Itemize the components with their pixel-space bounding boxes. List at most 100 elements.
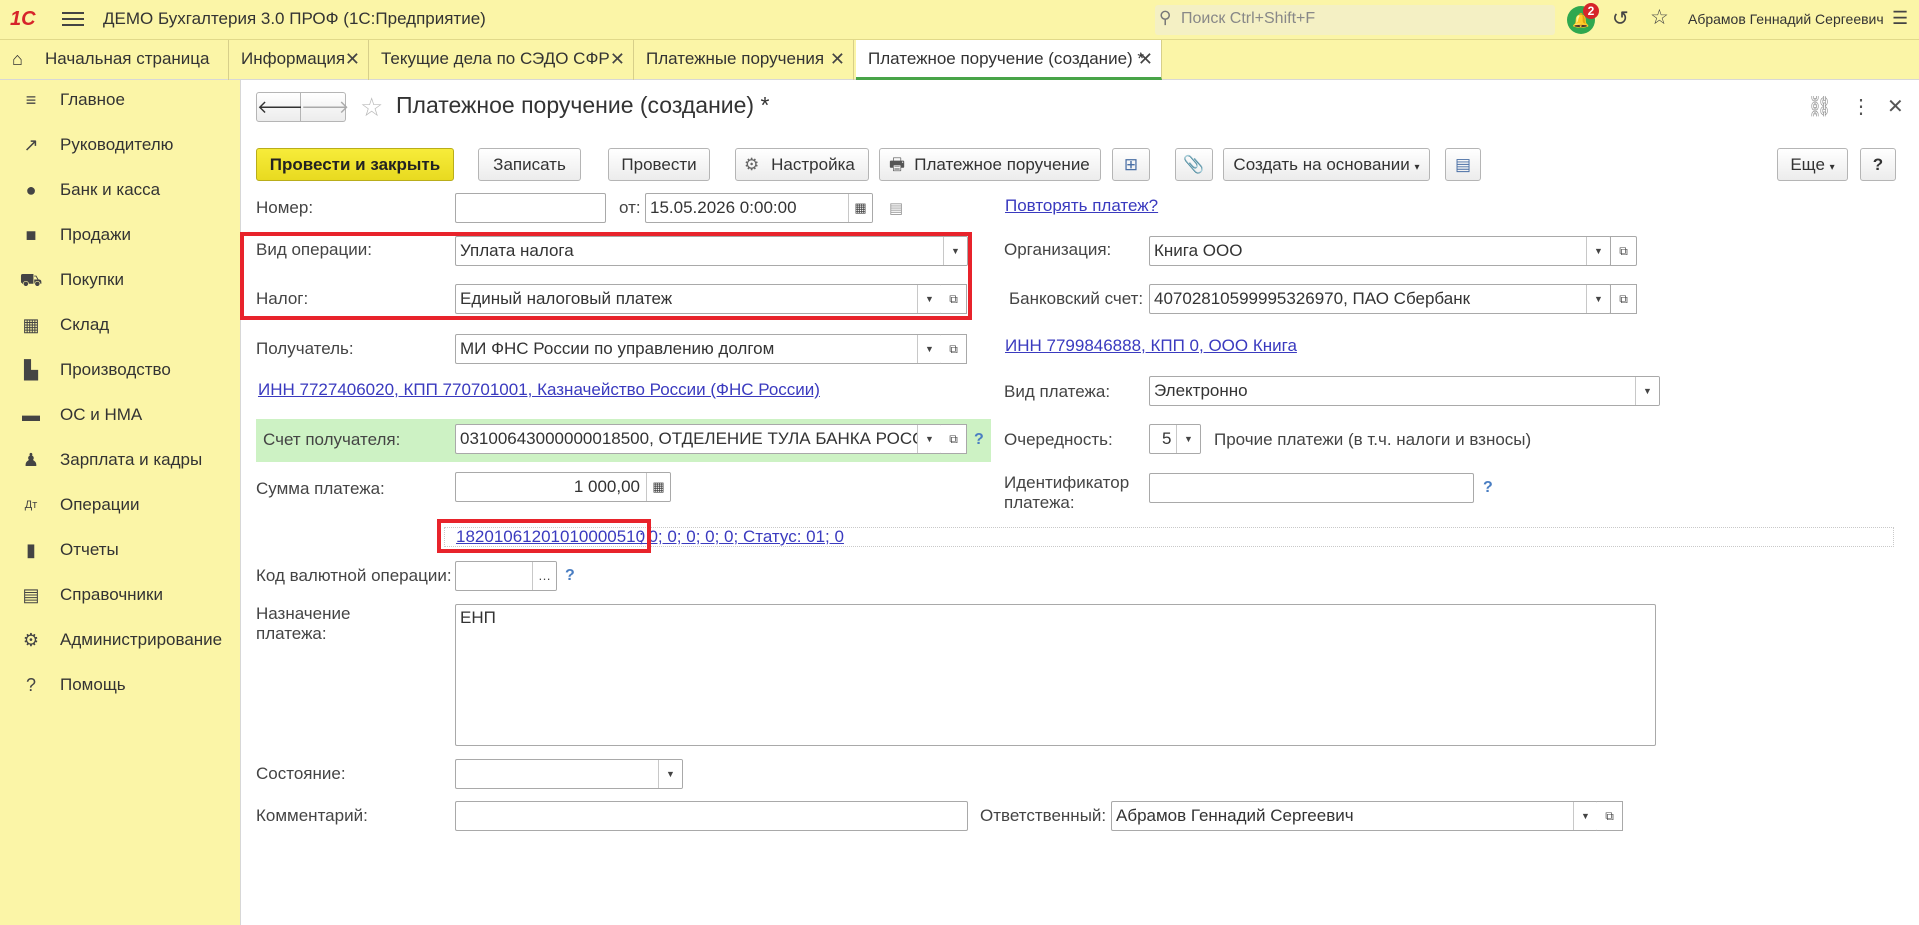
chevron-down-icon[interactable]: ▼ — [1586, 285, 1610, 313]
date-input[interactable]: 15.05.2026 0:00:00 ▦ — [645, 193, 873, 223]
comment-label: Комментарий: — [256, 806, 368, 825]
sidebar-item-bank[interactable]: ● Банк и касса — [0, 170, 241, 210]
responsible-label: Ответственный: — [980, 806, 1107, 825]
payment-type-select[interactable]: Электронно ▼ — [1149, 376, 1660, 406]
responsible-select[interactable]: Абрамов Геннадий Сергеевич ▼ — [1111, 801, 1598, 831]
sidebar-item-director[interactable]: ↗ Руководителю — [0, 125, 241, 165]
currency-op-input[interactable]: … — [455, 561, 557, 591]
more-actions-icon[interactable]: ⋮ — [1851, 94, 1871, 119]
account-help-icon[interactable]: ? — [974, 431, 984, 449]
attach-button[interactable]: 📎 — [1175, 148, 1213, 181]
chevron-down-icon[interactable]: ▼ — [658, 760, 682, 788]
open-bank-account-icon[interactable]: ⧉ — [1610, 284, 1637, 314]
currency-op-help-icon[interactable]: ? — [565, 567, 575, 585]
close-icon[interactable]: ✕ — [345, 40, 360, 78]
save-button[interactable]: Записать — [478, 148, 581, 181]
payment-id-help-icon[interactable]: ? — [1483, 479, 1493, 497]
tab-payment-order-create[interactable]: Платежное поручение (создание) * ✕ — [856, 40, 1162, 80]
sidebar-item-warehouse[interactable]: ▦ Склад — [0, 305, 241, 345]
app-title: ДЕМО Бухгалтерия 3.0 ПРОФ (1С:Предприяти… — [103, 9, 486, 28]
history-icon[interactable]: ↺ — [1612, 6, 1629, 31]
priority-description: Прочие платежи (в т.ч. налоги и взносы) — [1214, 430, 1532, 449]
tab-payment-orders[interactable]: Платежные поручения ✕ — [634, 40, 854, 80]
sidebar-item-help[interactable]: ? Помощь — [0, 665, 241, 705]
number-label: Номер: — [256, 198, 314, 217]
calendar-icon[interactable]: ▦ — [848, 194, 872, 222]
more-button[interactable]: Еще ▾ — [1777, 148, 1848, 181]
sidebar-item-operations[interactable]: Дт Операции — [0, 485, 241, 525]
chevron-down-icon[interactable]: ▼ — [1635, 377, 1659, 405]
sidebar-item-fixed-assets[interactable]: ▬ ОС и НМА — [0, 395, 241, 435]
comment-input[interactable] — [455, 801, 968, 831]
repeat-payment-link[interactable]: Повторять платеж? — [1005, 196, 1158, 216]
open-account-icon[interactable]: ⧉ — [941, 424, 967, 454]
calculator-icon[interactable]: ▦ — [646, 473, 670, 501]
close-icon[interactable]: ✕ — [1138, 40, 1153, 78]
sidebar-item-admin[interactable]: ⚙ Администрирование — [0, 620, 241, 660]
structure-button[interactable]: ⊞ — [1112, 148, 1150, 181]
close-form-icon[interactable]: ✕ — [1887, 94, 1904, 119]
title-bar: 1С ДЕМО Бухгалтерия 3.0 ПРОФ (1С:Предпри… — [0, 0, 1919, 40]
forward-button[interactable]: 🡒 — [301, 92, 349, 122]
sidebar-item-label: Главное — [60, 90, 125, 109]
post-button[interactable]: Провести — [608, 148, 710, 181]
sidebar-item-label: Продажи — [60, 225, 131, 244]
tab-label: Информация — [241, 49, 346, 68]
recipient-inn-link[interactable]: ИНН 7727406020, КПП 770701001, Казначейс… — [258, 380, 820, 400]
open-organization-icon[interactable]: ⧉ — [1610, 236, 1637, 266]
tab-home[interactable]: ⌂ Начальная страница — [0, 40, 229, 80]
sidebar-item-references[interactable]: ▤ Справочники — [0, 575, 241, 615]
back-button[interactable]: 🡐 — [256, 92, 305, 122]
open-recipient-icon[interactable]: ⧉ — [941, 334, 967, 364]
chevron-down-icon[interactable]: ▼ — [917, 335, 941, 363]
tab-info[interactable]: Информация ✕ — [229, 40, 369, 80]
state-label: Состояние: — [256, 764, 346, 783]
factory-icon: ▙ — [24, 360, 38, 380]
open-responsible-icon[interactable]: ⧉ — [1597, 801, 1623, 831]
history-list-icon[interactable]: ▤ — [889, 199, 903, 217]
kbk-details-link[interactable]: ; 0; 0; 0; 0; 0; Статус: 01; 0 — [639, 527, 844, 547]
organization-select[interactable]: Книга ООО ▼ — [1149, 236, 1611, 266]
purpose-label: Назначение платежа: — [256, 604, 351, 643]
settings-menu-icon[interactable]: ☰ — [1892, 8, 1908, 29]
help-button[interactable]: ? — [1860, 148, 1896, 181]
recipient-account-select[interactable]: 03100643000000018500, ОТДЕЛЕНИЕ ТУЛА БАН… — [455, 424, 942, 454]
post-and-close-button[interactable]: Провести и закрыть — [256, 148, 454, 181]
recipient-select[interactable]: МИ ФНС России по управлению долгом ▼ — [455, 334, 942, 364]
link-icon[interactable]: ⛓ — [1807, 94, 1832, 119]
ellipsis-icon[interactable]: … — [532, 562, 556, 590]
sidebar-item-sales[interactable]: ■ Продажи — [0, 215, 241, 255]
sidebar-item-reports[interactable]: ▮ Отчеты — [0, 530, 241, 570]
chevron-down-icon[interactable]: ▼ — [1586, 237, 1610, 265]
purpose-textarea[interactable]: ЕНП — [455, 604, 1656, 746]
settings-button[interactable]: ⚙ Настройка — [735, 148, 869, 181]
bag-icon: ■ — [25, 225, 37, 245]
print-payment-order-button[interactable]: 🖶 Платежное поручение — [879, 148, 1101, 181]
payment-sum-input[interactable]: 1 000,00 ▦ — [455, 472, 671, 502]
search-input[interactable]: ⚲ Поиск Ctrl+Shift+F — [1155, 5, 1555, 35]
sidebar-item-salary[interactable]: ♟ Зарплата и кадры — [0, 440, 241, 480]
hamburger-menu-icon[interactable] — [62, 9, 84, 29]
close-icon[interactable]: ✕ — [830, 40, 845, 78]
dt-kt-icon: Дт — [24, 499, 38, 511]
tab-current-tasks[interactable]: Текущие дела по СЭДО СФР ✕ — [369, 40, 634, 80]
chevron-down-icon[interactable]: ▼ — [1176, 425, 1200, 453]
create-based-on-button[interactable]: Создать на основании ▾ — [1223, 148, 1430, 181]
org-inn-link[interactable]: ИНН 7799846888, КПП 0, ООО Книга — [1005, 336, 1297, 356]
chevron-down-icon[interactable]: ▼ — [917, 425, 941, 453]
number-input[interactable] — [455, 193, 606, 223]
chevron-down-icon[interactable]: ▼ — [1573, 802, 1597, 830]
sidebar-item-production[interactable]: ▙ Производство — [0, 350, 241, 390]
favorites-star-icon[interactable]: ☆ — [1650, 5, 1669, 30]
tabs-bar: ⌂ Начальная страница Информация ✕ Текущи… — [0, 40, 1919, 80]
state-select[interactable]: ▼ — [455, 759, 683, 789]
user-name[interactable]: Абрамов Геннадий Сергеевич — [1688, 11, 1884, 27]
sidebar-item-main[interactable]: ≡ Главное — [0, 80, 241, 120]
payment-id-input[interactable] — [1149, 473, 1474, 503]
priority-select[interactable]: 5 ▼ — [1149, 424, 1201, 454]
close-icon[interactable]: ✕ — [610, 40, 625, 78]
bank-account-select[interactable]: 40702810599995326970, ПАО Сбербанк ▼ — [1149, 284, 1611, 314]
sidebar-item-purchases[interactable]: ⛟ Покупки — [0, 260, 241, 300]
list-button[interactable]: ▤ — [1445, 148, 1481, 181]
favorite-star-icon[interactable]: ☆ — [360, 92, 383, 123]
